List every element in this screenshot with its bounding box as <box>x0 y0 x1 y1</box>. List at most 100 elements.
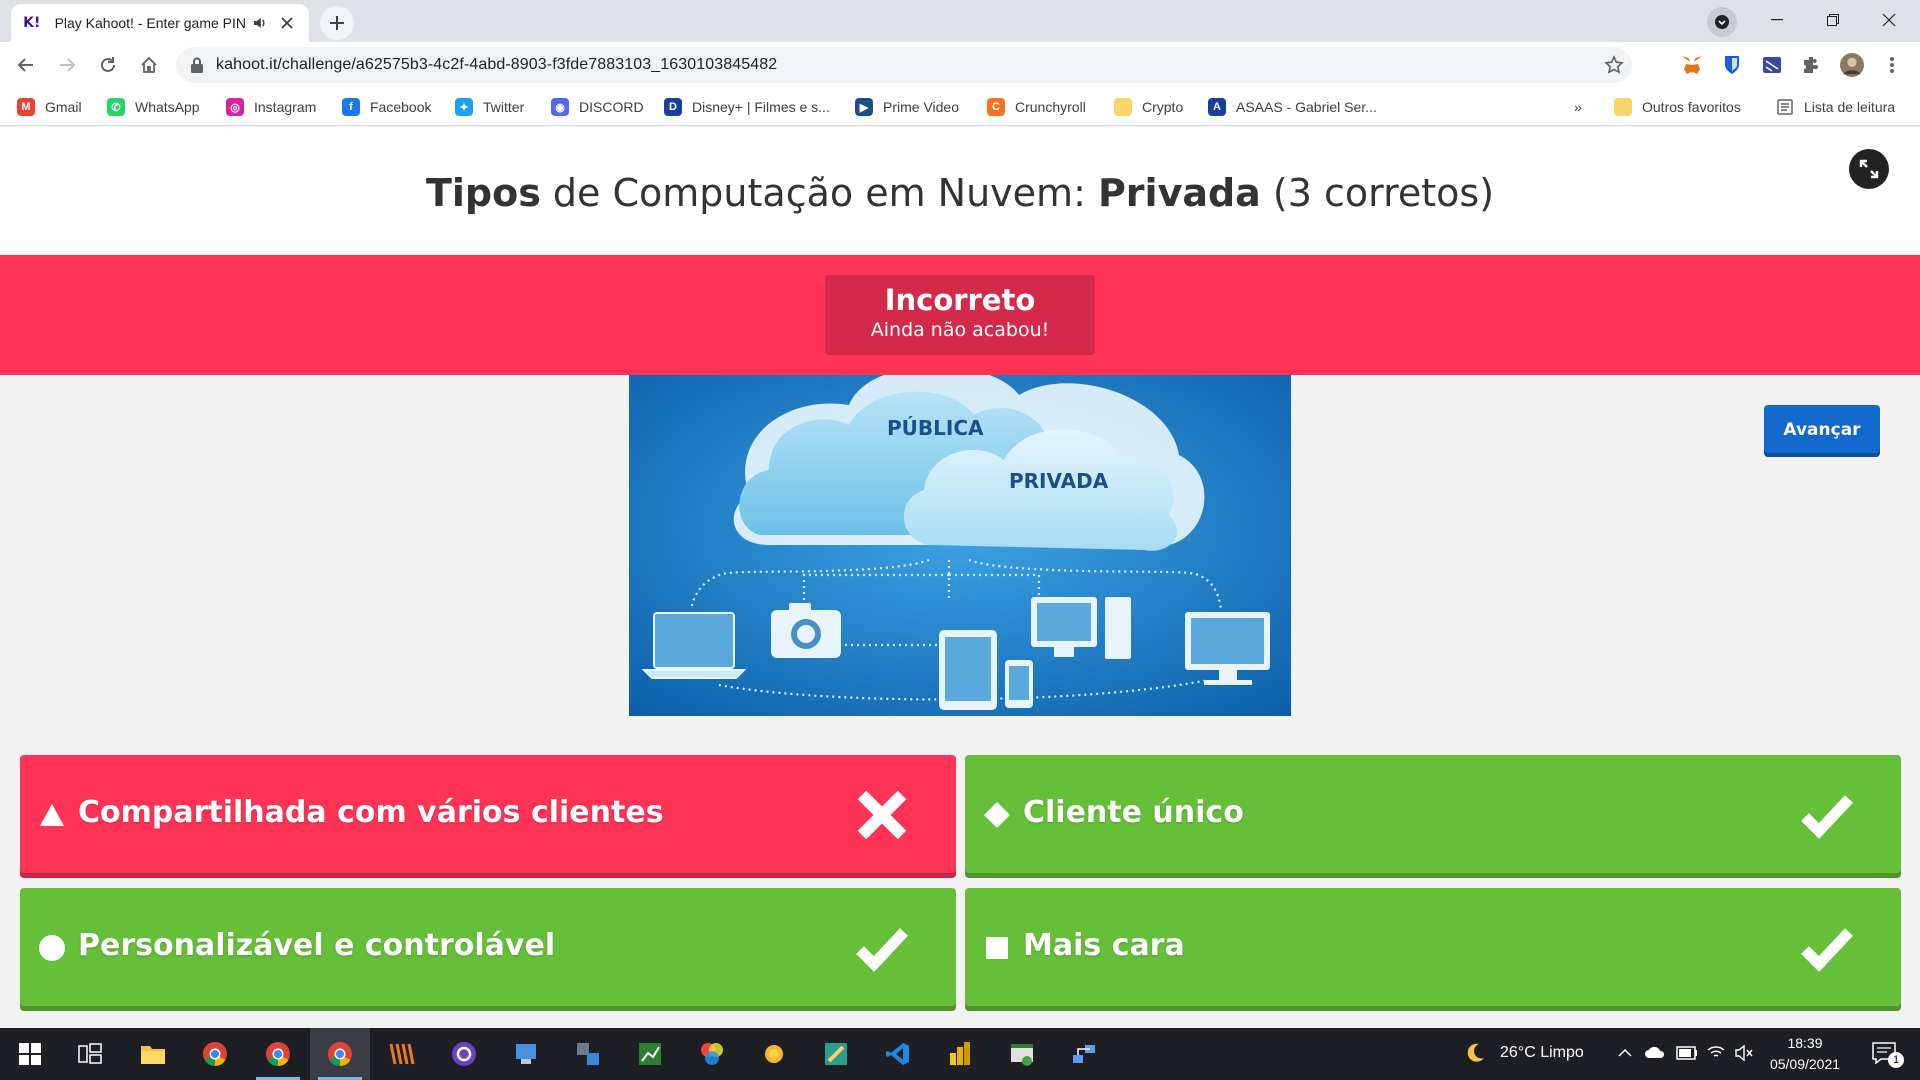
bookmark-item[interactable]: f Facebook <box>342 96 431 118</box>
fullscreen-button[interactable] <box>1849 149 1889 189</box>
reload-icon <box>101 57 115 72</box>
question-header: Tipos de Computação em Nuvem: Privada (3… <box>0 127 1920 255</box>
bookmarks-overflow-button[interactable]: » <box>1574 96 1582 118</box>
restore-button[interactable] <box>1806 0 1860 40</box>
correct-check-icon <box>1801 924 1854 972</box>
answer-text: Personalizável e controlável <box>78 928 556 963</box>
network-devices-icon <box>1073 1045 1095 1063</box>
close-icon <box>1882 13 1896 27</box>
tab-search-button[interactable] <box>1707 7 1737 37</box>
forward-button[interactable] <box>51 49 83 81</box>
result-box: Incorreto Ainda não acabou! <box>825 275 1095 355</box>
wifi-icon[interactable] <box>1706 1044 1726 1060</box>
home-button[interactable] <box>133 49 165 81</box>
bookmark-item[interactable]: ✦ Twitter <box>455 96 524 118</box>
minimize-icon <box>1771 19 1783 21</box>
question-title: Tipos de Computação em Nuvem: Privada (3… <box>425 171 1495 215</box>
file-explorer-button[interactable] <box>123 1028 183 1080</box>
onedrive-cloud-icon[interactable] <box>1644 1044 1666 1060</box>
chrome-profile-taskbar-button[interactable] <box>248 1028 308 1080</box>
reading-list-button[interactable]: Lista de leitura <box>1776 96 1895 118</box>
windows-logo-icon <box>19 1043 41 1065</box>
tab-close-icon[interactable] <box>277 13 297 33</box>
bookmark-label: Crunchyroll <box>1015 99 1086 115</box>
user-avatar[interactable] <box>1840 53 1864 77</box>
battery-icon[interactable] <box>1676 1046 1698 1060</box>
tab-strip: K! Play Kahoot! - Enter game PIN <box>0 0 1920 42</box>
other-bookmarks-label: Outros favoritos <box>1642 99 1741 115</box>
chart-app-icon <box>639 1043 661 1065</box>
app-taskbar-button[interactable] <box>992 1028 1052 1080</box>
folder-icon <box>1614 98 1632 116</box>
answer-option[interactable]: Mais cara <box>965 888 1901 1011</box>
bookmark-item[interactable]: ◉ DISCORD <box>551 96 644 118</box>
lock-icon[interactable] <box>190 57 204 73</box>
back-button[interactable] <box>10 49 42 81</box>
other-bookmarks-folder[interactable]: Outros favoritos <box>1614 96 1741 118</box>
bookmark-item[interactable]: C Crunchyroll <box>987 96 1086 118</box>
tool-app-icon <box>825 1043 847 1065</box>
bookmark-item[interactable]: Crypto <box>1114 96 1183 118</box>
window-app-icon <box>1011 1044 1033 1066</box>
app-taskbar-button[interactable] <box>620 1028 680 1080</box>
restore-icon <box>1827 14 1839 26</box>
bookmark-item[interactable]: D Disney+ | Filmes e s... <box>664 96 830 118</box>
answer-option[interactable]: Personalizável e controlável <box>20 888 956 1011</box>
bookmark-item[interactable]: ✆ WhatsApp <box>107 96 200 118</box>
bitwarden-extension-icon[interactable] <box>1720 53 1744 77</box>
puzzle-extensions-icon[interactable] <box>1800 53 1824 77</box>
instagram-icon: ◎ <box>226 98 244 116</box>
network-app-icon <box>577 1043 599 1065</box>
notifications-button[interactable]: 1 <box>1866 1038 1906 1070</box>
cast-extension-icon[interactable] <box>1760 53 1784 77</box>
start-button[interactable] <box>0 1028 60 1080</box>
minimize-button[interactable] <box>1750 0 1804 40</box>
vscode-taskbar-button[interactable] <box>868 1028 928 1080</box>
address-bar[interactable]: kahoot.it/challenge/a62575b3-4c2f-4abd-8… <box>176 47 1632 83</box>
reload-button[interactable] <box>92 49 124 81</box>
chevron-up-icon[interactable] <box>1618 1048 1632 1058</box>
diamond-icon <box>983 801 1011 829</box>
bookmark-label: ASAAS - Gabriel Ser... <box>1236 99 1377 115</box>
chrome-icon <box>328 1042 352 1066</box>
app-taskbar-button[interactable] <box>496 1028 556 1080</box>
volume-muted-icon[interactable] <box>1734 1044 1754 1062</box>
app-taskbar-button[interactable] <box>1054 1028 1114 1080</box>
app-taskbar-button[interactable] <box>806 1028 866 1080</box>
next-button[interactable]: Avançar <box>1764 405 1880 457</box>
result-title: Incorreto <box>884 283 1036 317</box>
moon-weather-icon[interactable] <box>1464 1042 1486 1064</box>
task-view-button[interactable] <box>60 1028 120 1080</box>
answer-option[interactable]: Cliente único <box>965 755 1901 878</box>
chrome-taskbar-button[interactable] <box>185 1028 245 1080</box>
bookmark-label: Crypto <box>1142 99 1184 115</box>
bookmark-item[interactable]: A ASAAS - Gabriel Ser... <box>1208 96 1377 118</box>
winrar-taskbar-button[interactable] <box>372 1028 432 1080</box>
speaker-icon[interactable] <box>252 15 268 31</box>
app-taskbar-button[interactable] <box>682 1028 742 1080</box>
github-taskbar-button[interactable] <box>434 1028 494 1080</box>
colorful-app-icon <box>701 1043 723 1065</box>
new-tab-button[interactable] <box>320 6 354 40</box>
bookmark-item[interactable]: M Gmail <box>17 96 82 118</box>
weather-text[interactable]: 26°C Limpo <box>1500 1044 1584 1062</box>
browser-toolbar: kahoot.it/challenge/a62575b3-4c2f-4abd-8… <box>0 42 1920 88</box>
bookmark-item[interactable]: ◎ Instagram <box>226 96 316 118</box>
chrome-icon <box>266 1042 290 1066</box>
chrome-menu-icon[interactable] <box>1880 53 1904 77</box>
bookmark-item[interactable]: ▶ Prime Video <box>855 96 959 118</box>
chevron-down-icon <box>1715 15 1729 29</box>
answer-option[interactable]: Compartilhada com vários clientes <box>20 755 956 878</box>
sun-app-icon <box>765 1045 783 1063</box>
app-taskbar-button[interactable] <box>558 1028 618 1080</box>
url-text[interactable]: kahoot.it/challenge/a62575b3-4c2f-4abd-8… <box>216 56 777 74</box>
powerbi-taskbar-button[interactable] <box>930 1028 990 1080</box>
chrome-active-taskbar-button[interactable] <box>310 1028 370 1080</box>
correct-check-icon <box>1801 791 1854 839</box>
metamask-extension-icon[interactable] <box>1680 53 1704 77</box>
bookmark-star-icon[interactable] <box>1604 55 1624 75</box>
system-clock[interactable]: 18:39 05/09/2021 <box>1760 1033 1850 1075</box>
browser-tab[interactable]: K! Play Kahoot! - Enter game PIN <box>11 4 309 42</box>
app-taskbar-button[interactable] <box>744 1028 804 1080</box>
close-window-button[interactable] <box>1862 0 1916 40</box>
